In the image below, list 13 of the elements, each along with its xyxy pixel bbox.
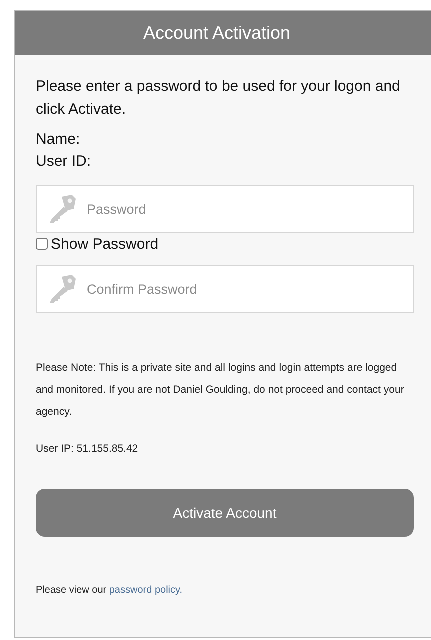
show-password-checkbox[interactable] (36, 238, 48, 250)
checkbox-label: Show Password (51, 236, 159, 252)
user-ip-text: User IP: 51.155.85.42 (36, 443, 140, 455)
password-policy-link[interactable]: password policy. (109, 585, 183, 596)
policy-text: Please view our password policy. (36, 585, 184, 596)
detail-label: User ID: (36, 152, 92, 172)
activate-account-button[interactable]: Activate Account (36, 489, 414, 537)
detail-label: Name: (36, 130, 82, 150)
instruction-text: Please enter a password to be used for your logon and click Activate. (36, 77, 402, 120)
confirm-password-field[interactable]: Confirm Password (36, 265, 414, 313)
page-title: Account Activation (143, 22, 291, 44)
password-field[interactable]: Password (36, 185, 414, 233)
notice-text: Please Note: This is a private site and all logins and login attempts are logged and monitored. If you are not Daniel Goulding, do not proceed and contact your agency. (36, 361, 406, 420)
